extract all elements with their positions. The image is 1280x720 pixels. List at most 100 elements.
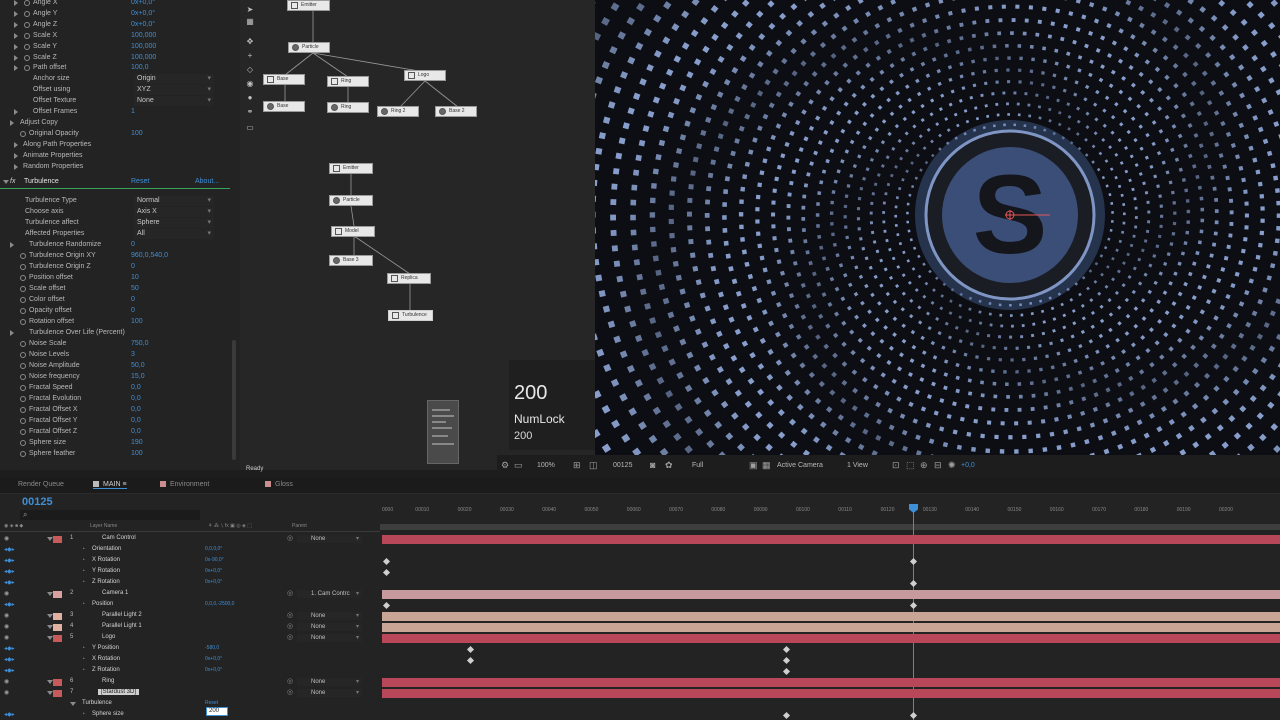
timeline-icon[interactable]: ⊟ [934, 461, 943, 470]
effect-property[interactable]: Path offset 100,0 [0, 63, 232, 74]
property-value[interactable]: 190 [131, 439, 143, 446]
property-dropdown[interactable]: XYZ [134, 85, 214, 96]
layer-row[interactable]: ◉ 7 [Stardust 3D] None [0, 688, 380, 699]
node-emitter-bottom[interactable]: Emitter [329, 163, 373, 174]
property-row[interactable]: ◂◆▸ ◔ Y Rotation 0x+0,0° [0, 567, 380, 578]
twirl-icon[interactable] [14, 109, 18, 116]
node-model[interactable]: Model [331, 226, 375, 237]
property-row[interactable]: ◂◆▸ ◔ X Rotation 0x-90,0° [0, 556, 380, 567]
effect-property[interactable]: Position offset 10 [0, 273, 232, 284]
keyframe-nav-icon[interactable]: ◂◆▸ [4, 579, 15, 586]
tab-environment[interactable]: Environment [160, 481, 209, 488]
stopwatch-icon[interactable] [24, 65, 30, 72]
stopwatch-icon[interactable] [20, 418, 26, 424]
draft3d-icon[interactable]: ⬚ [906, 461, 915, 470]
viewer-timecode[interactable]: 00125 [613, 462, 632, 469]
timeline-track-panel[interactable]: 0000 00010 00020 00030 00040 00050 00060 00070 0… [380, 494, 1280, 720]
property-group[interactable]: Random Properties [0, 162, 232, 173]
property-value[interactable]: 50 [131, 285, 139, 292]
property-value[interactable]: 50,0 [131, 362, 145, 369]
effect-property[interactable]: Turbulence Origin XY 960,0,540,0 [0, 251, 232, 262]
always-preview-icon[interactable]: ⚙ [501, 461, 510, 470]
effect-property[interactable]: Scale Z 100,000 [0, 53, 232, 64]
layer-name[interactable]: Camera 1 [102, 590, 128, 596]
twirl-icon[interactable] [14, 164, 18, 171]
effect-property[interactable]: Turbulence Origin Z 0 [0, 262, 232, 273]
effect-property[interactable]: Original Opacity 100 [0, 129, 232, 140]
node-replica[interactable]: Replica [387, 273, 431, 284]
node-particle-bottom[interactable]: Particle [329, 195, 373, 206]
resolution-select[interactable]: Full [692, 462, 703, 469]
scrollbar[interactable] [232, 340, 236, 460]
parent-select[interactable]: None [287, 634, 362, 642]
layer-duration-bar[interactable] [382, 678, 1280, 687]
twirl-icon[interactable] [14, 65, 18, 72]
property-value[interactable]: 0 [131, 307, 135, 314]
property-value[interactable]: 1 [131, 108, 135, 115]
work-area-bar[interactable] [380, 524, 1280, 530]
property-row[interactable]: ◂◆▸ ◔ Z Rotation 0x+0,0° [0, 666, 380, 677]
tab-main[interactable]: MAIN ≡ [93, 481, 127, 489]
effect-property[interactable]: Anchor size Origin [0, 74, 232, 85]
zoom-select[interactable]: 100% [537, 462, 555, 469]
label-color-swatch[interactable] [53, 624, 62, 631]
stopwatch-icon[interactable] [20, 374, 26, 380]
property-value[interactable]: 3 [131, 351, 135, 358]
effect-property[interactable]: Angle X 0x+0,0° [0, 0, 232, 9]
parent-header[interactable]: Parent [292, 523, 307, 529]
label-color-swatch[interactable] [53, 690, 62, 697]
keyframe[interactable] [382, 557, 391, 566]
node-base[interactable]: Base [263, 74, 305, 85]
twirl-icon[interactable] [10, 330, 14, 336]
camera-select[interactable]: Active Camera [777, 462, 823, 469]
twirl-icon[interactable] [14, 142, 18, 149]
stopwatch-icon[interactable]: ◔ [81, 667, 85, 674]
property-value[interactable]: 10 [131, 274, 139, 281]
stopwatch-icon[interactable] [20, 319, 26, 325]
property-group[interactable]: Along Path Properties [0, 140, 232, 151]
property-value[interactable]: 100,000 [131, 32, 156, 39]
node-ring-3[interactable]: Ring 2 [377, 106, 419, 117]
exposure-icon[interactable]: ✺ [948, 461, 957, 470]
keyframe-nav-icon[interactable]: ◂◆▸ [4, 656, 15, 663]
twirl-icon[interactable] [14, 54, 18, 61]
effect-property[interactable]: Sphere size 190 [0, 438, 232, 449]
turbulence-effect-header[interactable]: fx Turbulence Reset About... [0, 175, 230, 189]
effect-property[interactable]: Turbulence affect Sphere [0, 218, 232, 229]
stopwatch-icon[interactable] [20, 363, 26, 369]
node-base-3[interactable]: Base 2 [435, 106, 477, 117]
effect-property[interactable]: Fractal Offset X 0,0 [0, 405, 232, 416]
layer-duration-bar[interactable] [382, 689, 1280, 698]
keyframe[interactable] [783, 711, 791, 720]
stopwatch-icon[interactable] [20, 308, 26, 314]
layer-duration-bar[interactable] [382, 634, 1280, 643]
effect-property[interactable]: Rotation offset 100 [0, 317, 232, 328]
stopwatch-icon[interactable] [24, 43, 30, 50]
reset-link[interactable]: Reset [131, 178, 149, 185]
layer-name-header[interactable]: Layer Name [90, 523, 117, 529]
effect-property[interactable]: Scale X 100,000 [0, 31, 232, 42]
layer-row[interactable]: ◉ 1 Cam Control None [0, 534, 380, 545]
visibility-eye-icon[interactable]: ◉ [4, 634, 9, 641]
parent-select[interactable]: 1. Cam Contrc [287, 590, 362, 598]
keyframe-nav-icon[interactable]: ◂◆▸ [4, 546, 15, 553]
stopwatch-icon[interactable]: ◔ [81, 557, 85, 564]
layer-duration-bar[interactable] [382, 535, 1280, 544]
effect-property[interactable]: Offset using XYZ [0, 85, 232, 96]
view-layout-select[interactable]: 1 View [847, 462, 868, 469]
keyframe-nav-icon[interactable]: ◂◆▸ [4, 711, 15, 718]
layer-duration-bar[interactable] [382, 612, 1280, 621]
fast-preview-icon[interactable]: ⊕ [920, 461, 929, 470]
keyframe[interactable] [783, 667, 791, 676]
keyframe[interactable] [783, 656, 791, 665]
effect-property[interactable]: Turbulence Randomize 0 [0, 240, 232, 251]
parent-select[interactable]: None [287, 689, 362, 697]
visibility-eye-icon[interactable]: ◉ [4, 590, 9, 597]
twirl-icon[interactable] [14, 21, 18, 28]
parent-select[interactable]: None [287, 612, 362, 620]
effect-property[interactable]: Angle Y 0x+0,0° [0, 9, 232, 20]
stopwatch-icon[interactable] [20, 352, 26, 358]
node-particle-top[interactable]: Particle [288, 42, 330, 53]
label-color-swatch[interactable] [53, 591, 62, 598]
twirl-icon[interactable] [10, 242, 14, 248]
